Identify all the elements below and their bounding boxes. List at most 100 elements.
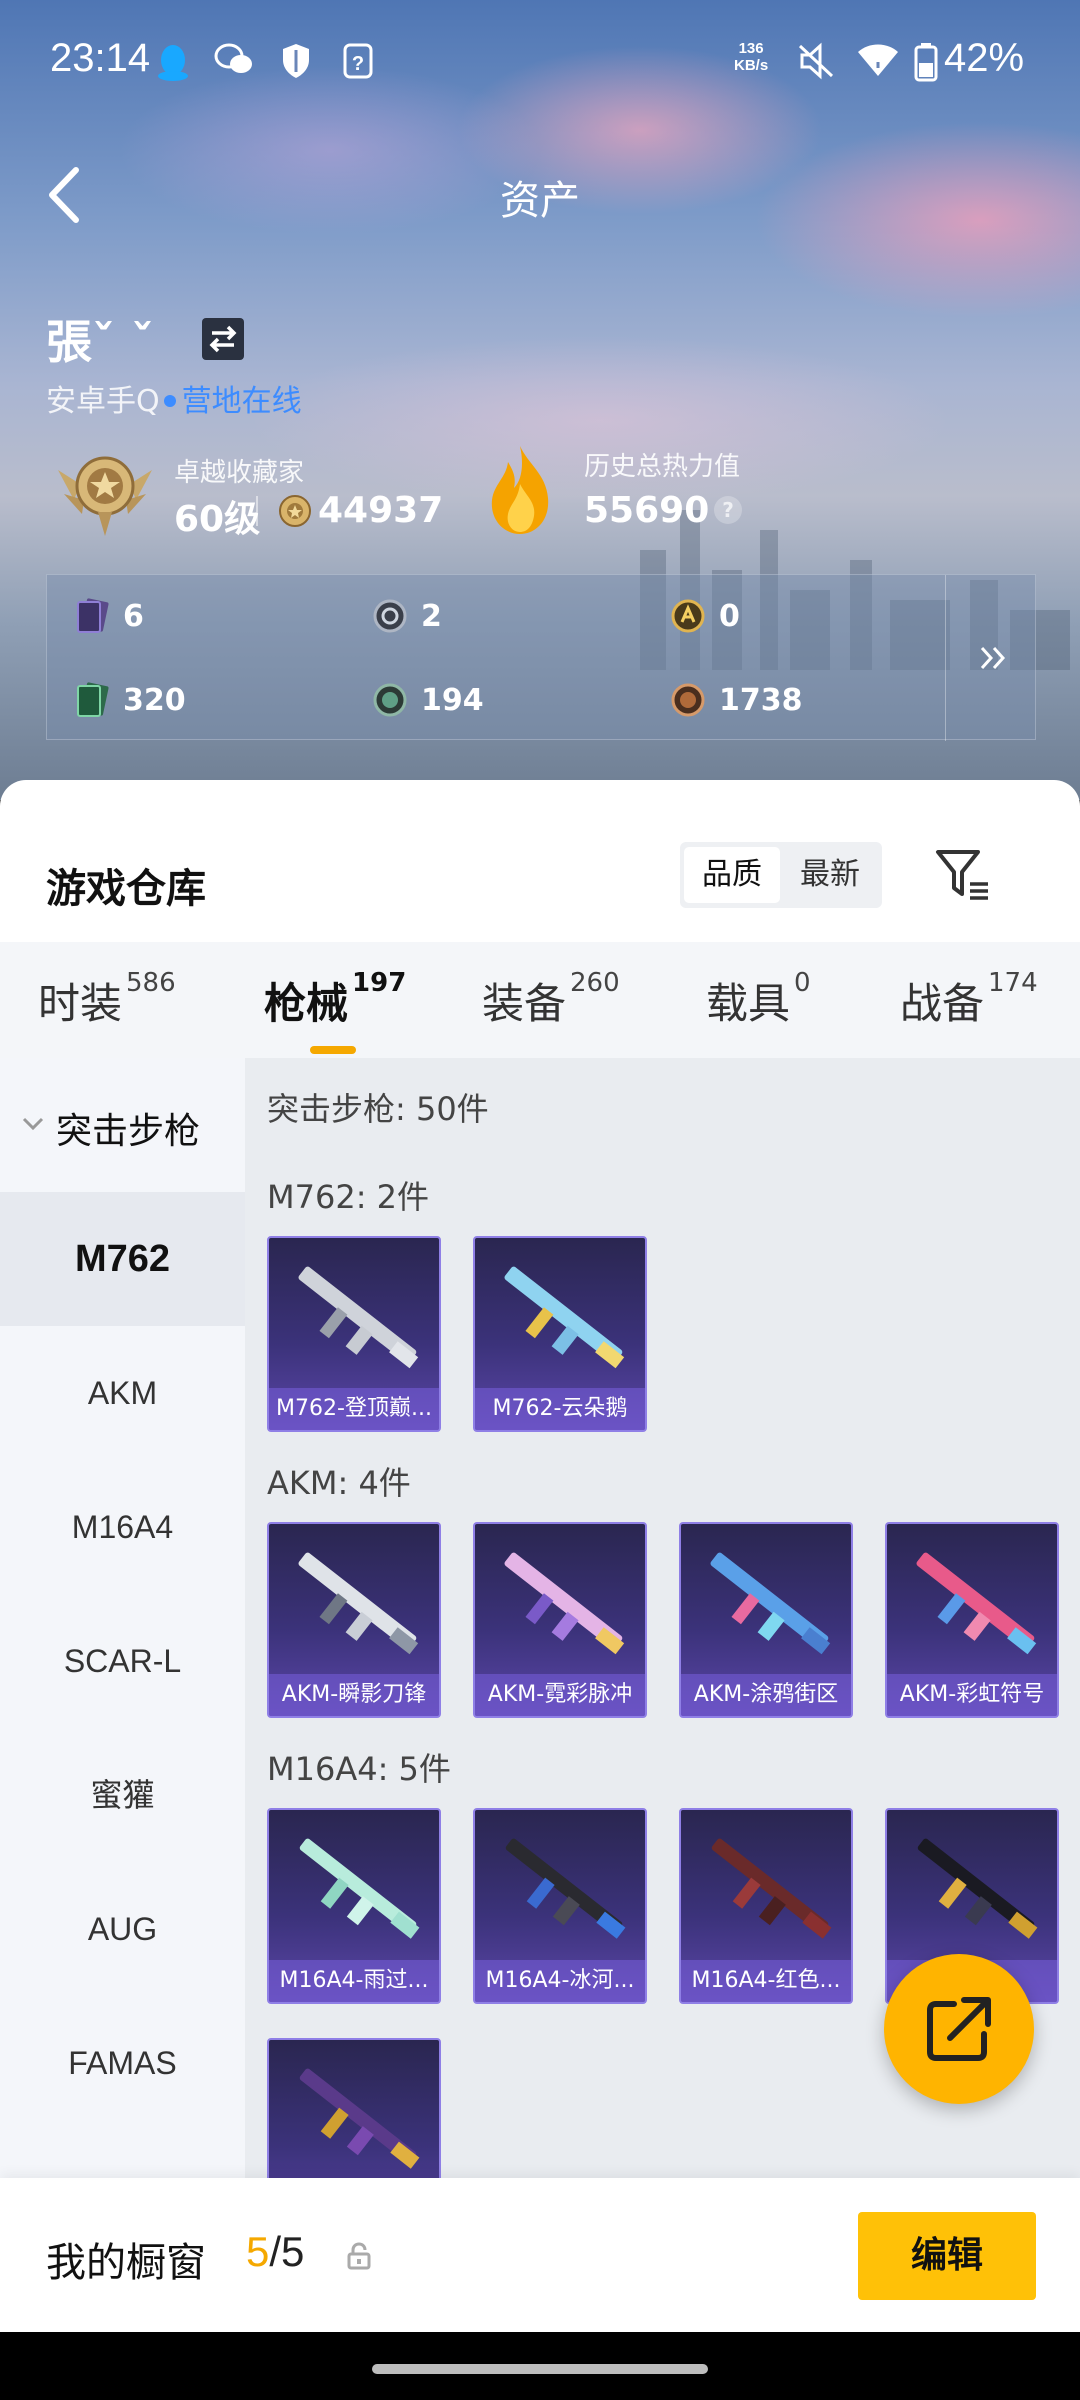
currency-value: 2 <box>421 599 442 634</box>
qq-icon <box>158 45 188 81</box>
weapon-card-name: M762-登顶巅... <box>269 1388 439 1430</box>
online-dot-icon <box>163 394 176 407</box>
tab-gear[interactable]: 战备 174 <box>900 968 1038 1031</box>
weapon-card[interactable]: AKM-瞬影刀锋 <box>267 1522 441 1718</box>
weapon-card-name: AKM-涂鸦街区 <box>681 1674 851 1716</box>
rank-title: 卓越收藏家 <box>174 458 305 488</box>
weapon-card[interactable]: M16A4-雨过... <box>267 1808 441 2004</box>
rifle-skin-icon <box>298 1266 419 1369</box>
mute-icon <box>798 42 834 80</box>
wifi-icon <box>858 44 898 76</box>
weapon-card[interactable]: M762-云朵鹅 <box>473 1236 647 1432</box>
weapon-card-name: AKM-霓彩脉冲 <box>475 1674 645 1716</box>
rifle-skin-icon <box>504 1552 625 1655</box>
weapon-card-name: M762-云朵鹅 <box>475 1388 645 1430</box>
rifle-skin-icon <box>711 1838 832 1939</box>
tab-count: 586 <box>126 968 176 998</box>
rifle-skin-icon <box>917 1838 1038 1939</box>
rifle-skin-icon <box>710 1552 831 1655</box>
group-header-m16a4: M16A4: 5件 <box>267 1750 451 1788</box>
help-icon[interactable]: ? <box>714 496 742 524</box>
tab-vehicles[interactable]: 载具 0 <box>706 968 811 1031</box>
player-name: 張ˇ ˇ <box>46 315 155 369</box>
sidebar-item-honey-badger[interactable]: 蜜獾 <box>0 1728 245 1862</box>
weapon-card[interactable]: AKM-霓彩脉冲 <box>473 1522 647 1718</box>
online-status: 营地在线 <box>181 384 302 419</box>
warehouse-title: 游戏仓库 <box>46 866 206 912</box>
lock-icon <box>347 2242 371 2270</box>
sidebar-item-famas[interactable]: FAMAS <box>0 1996 245 2130</box>
showcase-label: 我的橱窗 <box>46 2240 206 2286</box>
collection-coin-icon <box>279 495 311 527</box>
switch-account-button[interactable] <box>202 318 244 360</box>
network-speed: 136 KB/s <box>734 40 768 74</box>
collector-rank-badge-icon <box>58 456 152 536</box>
rifle-skin-icon <box>298 1552 419 1655</box>
showcase-current: 5 <box>246 2228 270 2275</box>
weapon-card-name: M16A4-红色... <box>681 1960 851 2002</box>
active-tab-indicator <box>310 1046 356 1054</box>
sidebar-item-scar-l[interactable]: SCAR-L <box>0 1594 245 1728</box>
weapon-card[interactable]: AKM-涂鸦街区 <box>679 1522 853 1718</box>
swap-icon <box>209 325 237 353</box>
sort-quality-option[interactable]: 品质 <box>684 847 780 903</box>
tab-count: 260 <box>570 968 620 998</box>
sidebar-item-akm[interactable]: AKM <box>0 1326 245 1460</box>
bronze-orb-icon <box>671 683 705 717</box>
player-platform: 安卓手Q 营地在线 <box>46 376 302 420</box>
sidebar-item-m762[interactable]: M762 <box>0 1192 245 1326</box>
chevron-down-icon <box>22 1117 44 1131</box>
system-navigation-bar <box>0 2332 1080 2400</box>
showcase-separator: / <box>269 2228 282 2275</box>
wechat-icon <box>214 43 252 73</box>
rifle-skin-icon <box>916 1552 1037 1655</box>
showcase-count: 5/5 <box>246 2228 304 2276</box>
svg-text:?: ? <box>352 53 364 75</box>
sidebar-item-aug[interactable]: AUG <box>0 1862 245 1996</box>
purple-card-icon <box>77 598 109 633</box>
battery-icon <box>914 43 938 82</box>
weapon-card[interactable]: M762-登顶巅... <box>267 1236 441 1432</box>
tab-label: 载具 <box>706 979 791 1028</box>
weapon-card-name: M16A4-冰河... <box>475 1960 645 2002</box>
edit-button[interactable]: 编辑 <box>858 2212 1036 2300</box>
tab-firearms[interactable]: 枪械 197 <box>264 968 406 1031</box>
platform-label: 安卓手Q <box>46 384 160 419</box>
sort-newest-option[interactable]: 最新 <box>782 847 878 903</box>
warehouse-sheet: 游戏仓库 品质 最新 时装 586 枪械 197 装备 260 载具 0 战备 174 突… <box>0 780 1080 2400</box>
filter-icon[interactable] <box>932 844 994 906</box>
currency-value: 194 <box>421 683 484 718</box>
page-title: 资产 <box>500 178 580 224</box>
weapon-card-name: AKM-彩虹符号 <box>887 1674 1057 1716</box>
weapon-card[interactable]: M16A4-红色... <box>679 1808 853 2004</box>
category-tabs: 时装 586 枪械 197 装备 260 载具 0 战备 174 <box>0 942 1080 1058</box>
silver-coin-icon <box>373 599 407 633</box>
external-link-icon <box>927 1997 991 2061</box>
share-fab-button[interactable] <box>884 1954 1034 2104</box>
tab-label: 时装 <box>38 979 123 1028</box>
home-gesture-handle[interactable] <box>372 2364 708 2374</box>
currency-value: 0 <box>719 599 740 634</box>
green-card-icon <box>77 682 109 717</box>
status-bar: 23:14 ? 136 KB/s 42% <box>0 0 1080 120</box>
weapon-card[interactable]: M16A4-冰河... <box>473 1808 647 2004</box>
network-speed-value: 136 <box>738 40 764 57</box>
sidebar-category-assault-rifle[interactable]: 突击步枪 <box>0 1058 245 1192</box>
weapon-card[interactable]: AKM-彩虹符号 <box>885 1522 1059 1718</box>
tab-fashion[interactable]: 时装 586 <box>38 968 176 1031</box>
shield-icon <box>283 44 309 78</box>
category-count-header: 突击步枪: 50件 <box>267 1090 489 1128</box>
sort-toggle: 品质 最新 <box>680 842 882 908</box>
gold-coin-icon <box>671 599 705 633</box>
rifle-skin-icon <box>299 2068 420 2169</box>
tab-equipment[interactable]: 装备 260 <box>482 968 620 1031</box>
currency-more-button[interactable] <box>945 575 1037 741</box>
rank-divider <box>256 496 258 526</box>
sidebar-item-m16a4[interactable]: M16A4 <box>0 1460 245 1594</box>
heat-value: 55690 <box>584 490 710 531</box>
question-box-icon: ? <box>343 43 373 79</box>
showcase-max: 5 <box>281 2228 305 2275</box>
status-time: 23:14 <box>50 36 151 80</box>
double-chevron-right-icon <box>980 646 1006 670</box>
currency-value: 320 <box>123 683 186 718</box>
